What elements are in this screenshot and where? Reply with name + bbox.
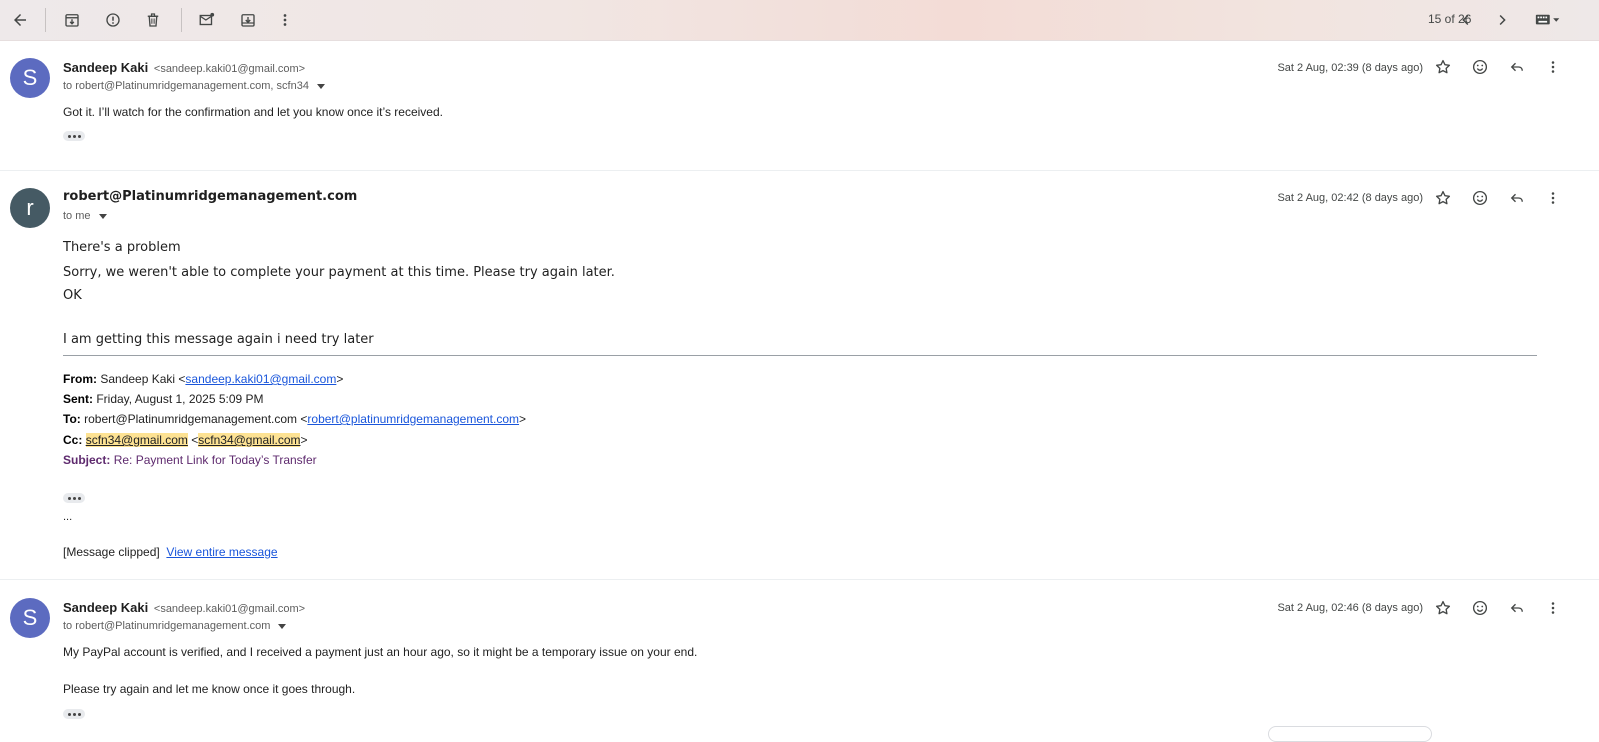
reply-icon[interactable]	[1505, 55, 1529, 79]
star-icon[interactable]	[1431, 596, 1455, 620]
toolbar: 15 of 26	[0, 0, 1599, 41]
sender-name-text: Sandeep Kaki	[63, 600, 149, 615]
cc-email-highlight[interactable]: scfn34@gmail.com	[85, 433, 188, 447]
ellipsis-text: ...	[63, 511, 73, 523]
more-vert-icon[interactable]	[271, 6, 299, 34]
recipients-text: to robert@Platinumridgemanagement.com	[63, 620, 271, 632]
from-email-link[interactable]: sandeep.kaki01@gmail.com	[185, 372, 336, 386]
quoted-sent: Sent: Friday, August 1, 2025 5:09 PM	[63, 392, 264, 406]
avatar[interactable]: r	[10, 188, 50, 228]
toolbar-divider	[181, 8, 182, 32]
emoji-react-icon[interactable]	[1468, 186, 1492, 210]
message-body-line: There's a problem	[63, 240, 181, 255]
sender-name-text: Sandeep Kaki	[63, 60, 149, 75]
message-clipped-note: [Message clipped] View entire message	[63, 545, 278, 559]
message-date: Sat 2 Aug, 02:39 (8 days ago)	[1277, 62, 1423, 74]
message-date: Sat 2 Aug, 02:42 (8 days ago)	[1277, 192, 1423, 204]
report-spam-icon[interactable]	[99, 6, 127, 34]
archive-icon[interactable]	[58, 6, 86, 34]
sender-name[interactable]: Sandeep Kaki <sandeep.kaki01@gmail.com>	[63, 60, 305, 75]
star-icon[interactable]	[1431, 186, 1455, 210]
keyboard-icon[interactable]	[1524, 6, 1572, 34]
quoted-cc: Cc: scfn34@gmail.com <scfn34@gmail.com>	[63, 433, 308, 447]
avatar[interactable]: S	[10, 598, 50, 638]
toolbar-divider	[45, 8, 46, 32]
message-date: Sat 2 Aug, 02:46 (8 days ago)	[1277, 602, 1423, 614]
reply-icon[interactable]	[1505, 186, 1529, 210]
more-vert-icon[interactable]	[1541, 596, 1565, 620]
message-body-line: Please try again and let me know once it…	[63, 682, 356, 696]
star-icon[interactable]	[1431, 55, 1455, 79]
show-trimmed-content-button[interactable]	[63, 131, 85, 141]
emoji-react-icon[interactable]	[1468, 55, 1492, 79]
message-1: S Sandeep Kaki <sandeep.kaki01@gmail.com…	[0, 40, 1599, 170]
avatar[interactable]: S	[10, 58, 50, 98]
more-vert-icon[interactable]	[1541, 186, 1565, 210]
sender-name[interactable]: robert@Platinumridgemanagement.com	[63, 189, 357, 204]
sender-email: <sandeep.kaki01@gmail.com>	[153, 603, 306, 615]
emoji-react-icon[interactable]	[1468, 596, 1492, 620]
chevron-down-icon[interactable]	[316, 83, 325, 89]
delete-icon[interactable]	[139, 6, 167, 34]
show-trimmed-content-button[interactable]	[63, 709, 85, 719]
quoted-to: To: robert@Platinumridgemanagement.com <…	[63, 412, 527, 426]
show-trimmed-content-button[interactable]	[63, 493, 85, 503]
mark-unread-icon[interactable]	[193, 6, 221, 34]
newer-chevron-icon[interactable]	[1488, 6, 1516, 34]
chevron-down-icon[interactable]	[278, 623, 287, 629]
cc-email-highlight[interactable]: scfn34@gmail.com	[198, 433, 301, 447]
recipients[interactable]: to me	[63, 210, 107, 222]
message-body-line: My PayPal account is verified, and I rec…	[63, 645, 698, 659]
message-body-line: Sorry, we weren't able to complete your …	[63, 265, 615, 280]
back-arrow-icon[interactable]	[6, 6, 34, 34]
message-body-line: Got it. I’ll watch for the confirmation …	[63, 105, 443, 119]
move-to-icon[interactable]	[234, 6, 262, 34]
quoted-from: From: Sandeep Kaki <sandeep.kaki01@gmail…	[63, 372, 344, 386]
view-entire-message-link[interactable]: View entire message	[166, 545, 277, 559]
recipients[interactable]: to robert@Platinumridgemanagement.com	[63, 620, 287, 632]
recipients[interactable]: to robert@Platinumridgemanagement.com, s…	[63, 80, 325, 92]
message-body-line: OK	[63, 288, 82, 303]
sender-email: <sandeep.kaki01@gmail.com>	[153, 63, 306, 75]
to-email-link[interactable]: robert@platinumridgemanagement.com	[307, 412, 519, 426]
recipients-text: to robert@Platinumridgemanagement.com, s…	[63, 80, 309, 92]
message-3: S Sandeep Kaki <sandeep.kaki01@gmail.com…	[0, 580, 1599, 733]
recipients-text: to me	[63, 210, 91, 222]
more-vert-icon[interactable]	[1541, 55, 1565, 79]
reply-icon[interactable]	[1505, 596, 1529, 620]
message-2: r robert@Platinumridgemanagement.com to …	[0, 171, 1599, 579]
clipped-text: [Message clipped]	[63, 545, 160, 559]
quote-divider	[63, 355, 1537, 356]
quoted-subject: Subject: Re: Payment Link for Today’s Tr…	[63, 453, 317, 467]
reply-chip[interactable]	[1268, 726, 1432, 742]
message-body-line: I am getting this message again i need t…	[63, 332, 374, 347]
older-chevron-icon[interactable]	[1452, 6, 1480, 34]
sender-name[interactable]: Sandeep Kaki <sandeep.kaki01@gmail.com>	[63, 600, 305, 615]
chevron-down-icon[interactable]	[98, 213, 107, 219]
